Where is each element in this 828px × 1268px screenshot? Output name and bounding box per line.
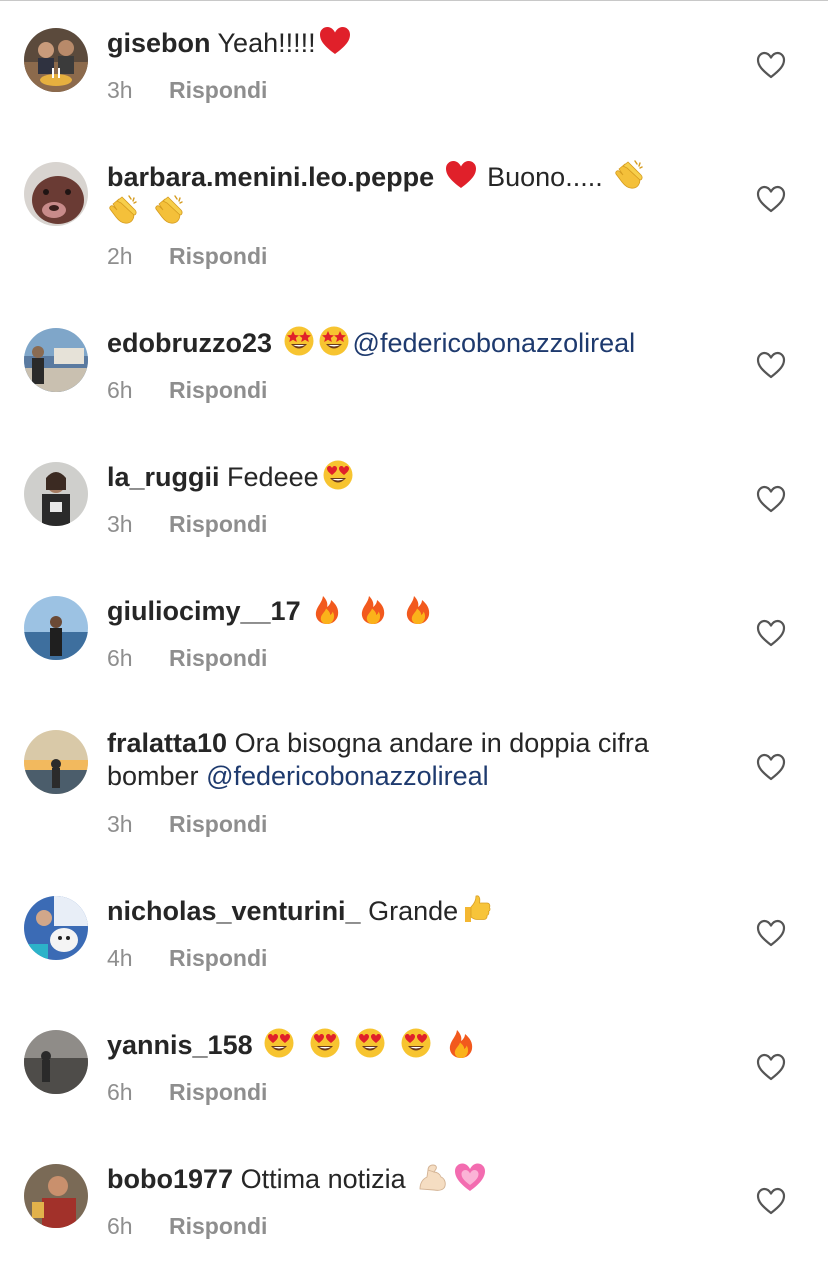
- heart-eyes-emoji: [354, 1027, 386, 1059]
- heart-eyes-emoji: [309, 1027, 341, 1059]
- reply-button[interactable]: Rispondi: [169, 77, 267, 103]
- heart-eyes-emoji: [322, 459, 354, 491]
- fire-emoji: [311, 593, 343, 625]
- heart-outline-icon: [756, 1187, 786, 1215]
- avatar[interactable]: [24, 462, 88, 526]
- comment-username[interactable]: edobruzzo23: [107, 328, 272, 358]
- avatar[interactable]: [24, 896, 88, 960]
- avatar[interactable]: [24, 730, 88, 794]
- comment-text: Fedeee: [227, 462, 319, 492]
- thumbs-up-emoji: [461, 893, 493, 925]
- comment-timestamp: 3h: [107, 511, 133, 537]
- fire-emoji: [445, 1027, 477, 1059]
- mention-link[interactable]: @federicobonazzolireal: [206, 761, 489, 791]
- comment-username[interactable]: barbara.menini.leo.peppe: [107, 162, 434, 192]
- avatar[interactable]: [24, 1030, 88, 1094]
- like-button[interactable]: [756, 185, 786, 213]
- like-button[interactable]: [756, 919, 786, 947]
- reply-button[interactable]: Rispondi: [169, 511, 267, 537]
- heart-outline-icon: [756, 753, 786, 781]
- reply-button[interactable]: Rispondi: [169, 945, 267, 971]
- comment-timestamp: 3h: [107, 77, 133, 103]
- red-heart-emoji: [319, 25, 351, 57]
- heart-eyes-emoji: [400, 1027, 432, 1059]
- reply-button[interactable]: Rispondi: [169, 811, 267, 837]
- clapping-hands-emoji: [153, 194, 185, 226]
- mention-link[interactable]: @federicobonazzolireal: [353, 328, 636, 358]
- like-button[interactable]: [756, 619, 786, 647]
- like-button[interactable]: [756, 1187, 786, 1215]
- heart-outline-icon: [756, 919, 786, 947]
- comment-username[interactable]: la_ruggii: [107, 462, 220, 492]
- heart-eyes-emoji: [263, 1027, 295, 1059]
- reply-button[interactable]: Rispondi: [169, 645, 267, 671]
- like-button[interactable]: [756, 1053, 786, 1081]
- comment-timestamp: 4h: [107, 945, 133, 971]
- like-button[interactable]: [756, 351, 786, 379]
- heart-outline-icon: [756, 51, 786, 79]
- reply-button[interactable]: Rispondi: [169, 243, 267, 269]
- comment-text: Yeah!!!!!: [217, 28, 316, 58]
- fire-emoji: [402, 593, 434, 625]
- avatar[interactable]: [24, 1164, 88, 1228]
- avatar[interactable]: [24, 28, 88, 92]
- comment-text: Buono.....: [487, 162, 603, 192]
- heart-outline-icon: [756, 185, 786, 213]
- fire-emoji: [357, 593, 389, 625]
- avatar[interactable]: [24, 328, 88, 392]
- comment-username[interactable]: giuliocimy__17: [107, 596, 301, 626]
- comment-username[interactable]: fralatta10: [107, 728, 227, 758]
- star-struck-emoji: [318, 325, 350, 357]
- reply-button[interactable]: Rispondi: [169, 1079, 267, 1105]
- heart-outline-icon: [756, 485, 786, 513]
- top-divider: [0, 0, 828, 1]
- star-struck-emoji: [283, 325, 315, 357]
- comment-username[interactable]: bobo1977: [107, 1164, 233, 1194]
- growing-heart-emoji: [454, 1161, 486, 1193]
- heart-outline-icon: [756, 1053, 786, 1081]
- clapping-hands-emoji: [107, 194, 139, 226]
- reply-button[interactable]: Rispondi: [169, 377, 267, 403]
- flexed-biceps-emoji: [416, 1161, 448, 1193]
- red-heart-emoji: [445, 159, 477, 191]
- comment-timestamp: 6h: [107, 1213, 133, 1239]
- comment-timestamp: 6h: [107, 645, 133, 671]
- comment-timestamp: 3h: [107, 811, 133, 837]
- comment-text: Grande: [368, 896, 459, 926]
- avatar[interactable]: [24, 162, 88, 226]
- avatar[interactable]: [24, 596, 88, 660]
- comment-text: Ottima notizia: [240, 1164, 406, 1194]
- comment-timestamp: 6h: [107, 377, 133, 403]
- comment-username[interactable]: gisebon: [107, 28, 211, 58]
- like-button[interactable]: [756, 51, 786, 79]
- comment-timestamp: 2h: [107, 243, 133, 269]
- comment-timestamp: 6h: [107, 1079, 133, 1105]
- heart-outline-icon: [756, 351, 786, 379]
- like-button[interactable]: [756, 485, 786, 513]
- comment-username[interactable]: nicholas_venturini_: [107, 896, 361, 926]
- clapping-hands-emoji: [613, 159, 645, 191]
- like-button[interactable]: [756, 753, 786, 781]
- heart-outline-icon: [756, 619, 786, 647]
- reply-button[interactable]: Rispondi: [169, 1213, 267, 1239]
- comment-username[interactable]: yannis_158: [107, 1030, 253, 1060]
